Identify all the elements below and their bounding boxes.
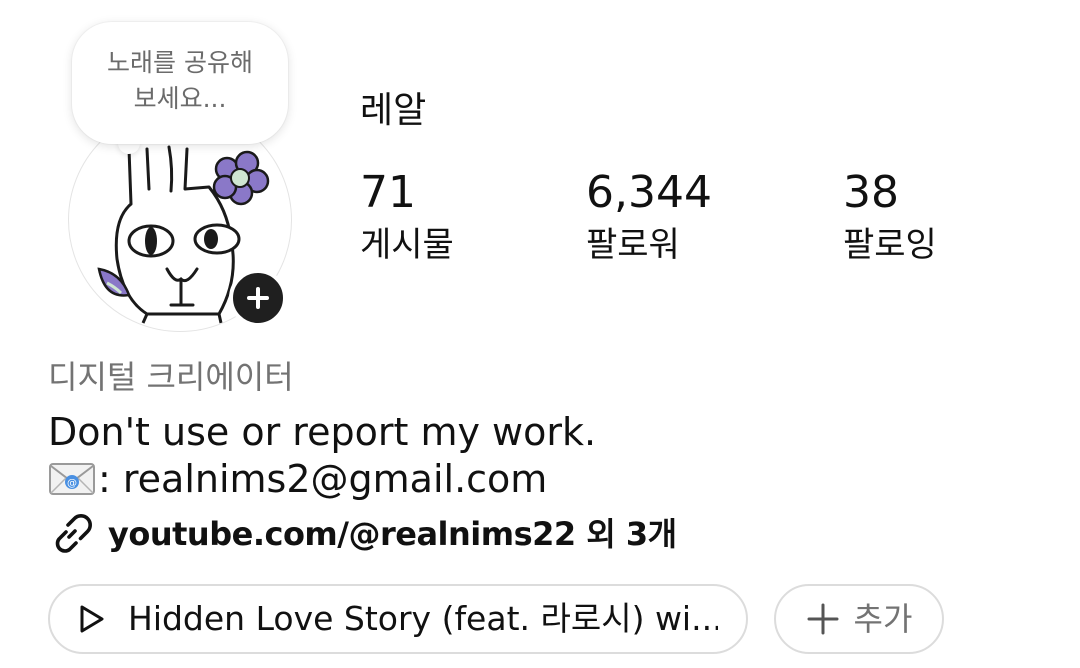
followers-count: 6,344 — [586, 167, 712, 218]
following-count: 38 — [843, 167, 899, 218]
bio-email: : realnims2@gmail.com — [98, 457, 548, 501]
bio-link[interactable]: youtube.com/@realnims22 외 3개 — [48, 510, 677, 558]
bio-email-line: @ : realnims2@gmail.com — [48, 455, 547, 503]
profile-category: 디지털 크리에이터 — [48, 358, 294, 396]
add-link-button[interactable]: 추가 — [774, 584, 944, 654]
bio-link-text: youtube.com/@realnims22 외 3개 — [108, 515, 677, 553]
add-label: 추가 — [853, 600, 913, 638]
note-bubble[interactable]: 노래를 공유해 보세요... — [72, 22, 288, 144]
envelope-emoji-icon: @ — [48, 462, 96, 496]
following-label: 팔로잉 — [843, 225, 937, 265]
followers-label: 팔로워 — [586, 225, 680, 265]
link-icon — [48, 510, 96, 558]
play-icon — [74, 602, 108, 636]
stat-posts[interactable]: 71 게시물 — [360, 166, 454, 268]
stat-following[interactable]: 38 팔로잉 — [843, 166, 937, 268]
posts-label: 게시물 — [360, 225, 454, 265]
profile-music-button[interactable]: Hidden Love Story (feat. 라로시) wi... — [48, 584, 748, 654]
plus-circle-icon — [247, 287, 269, 309]
posts-count: 71 — [360, 167, 416, 218]
profile-name: 레알 — [360, 90, 427, 131]
add-story-button[interactable] — [229, 269, 287, 327]
music-title: Hidden Love Story (feat. 라로시) wi... — [128, 599, 718, 638]
plus-icon — [806, 602, 840, 636]
note-text: 노래를 공유해 보세요... — [107, 48, 253, 113]
svg-text:@: @ — [67, 478, 77, 489]
bio-text: Don't use or report my work. — [48, 410, 597, 454]
stat-followers[interactable]: 6,344 팔로워 — [586, 166, 712, 268]
